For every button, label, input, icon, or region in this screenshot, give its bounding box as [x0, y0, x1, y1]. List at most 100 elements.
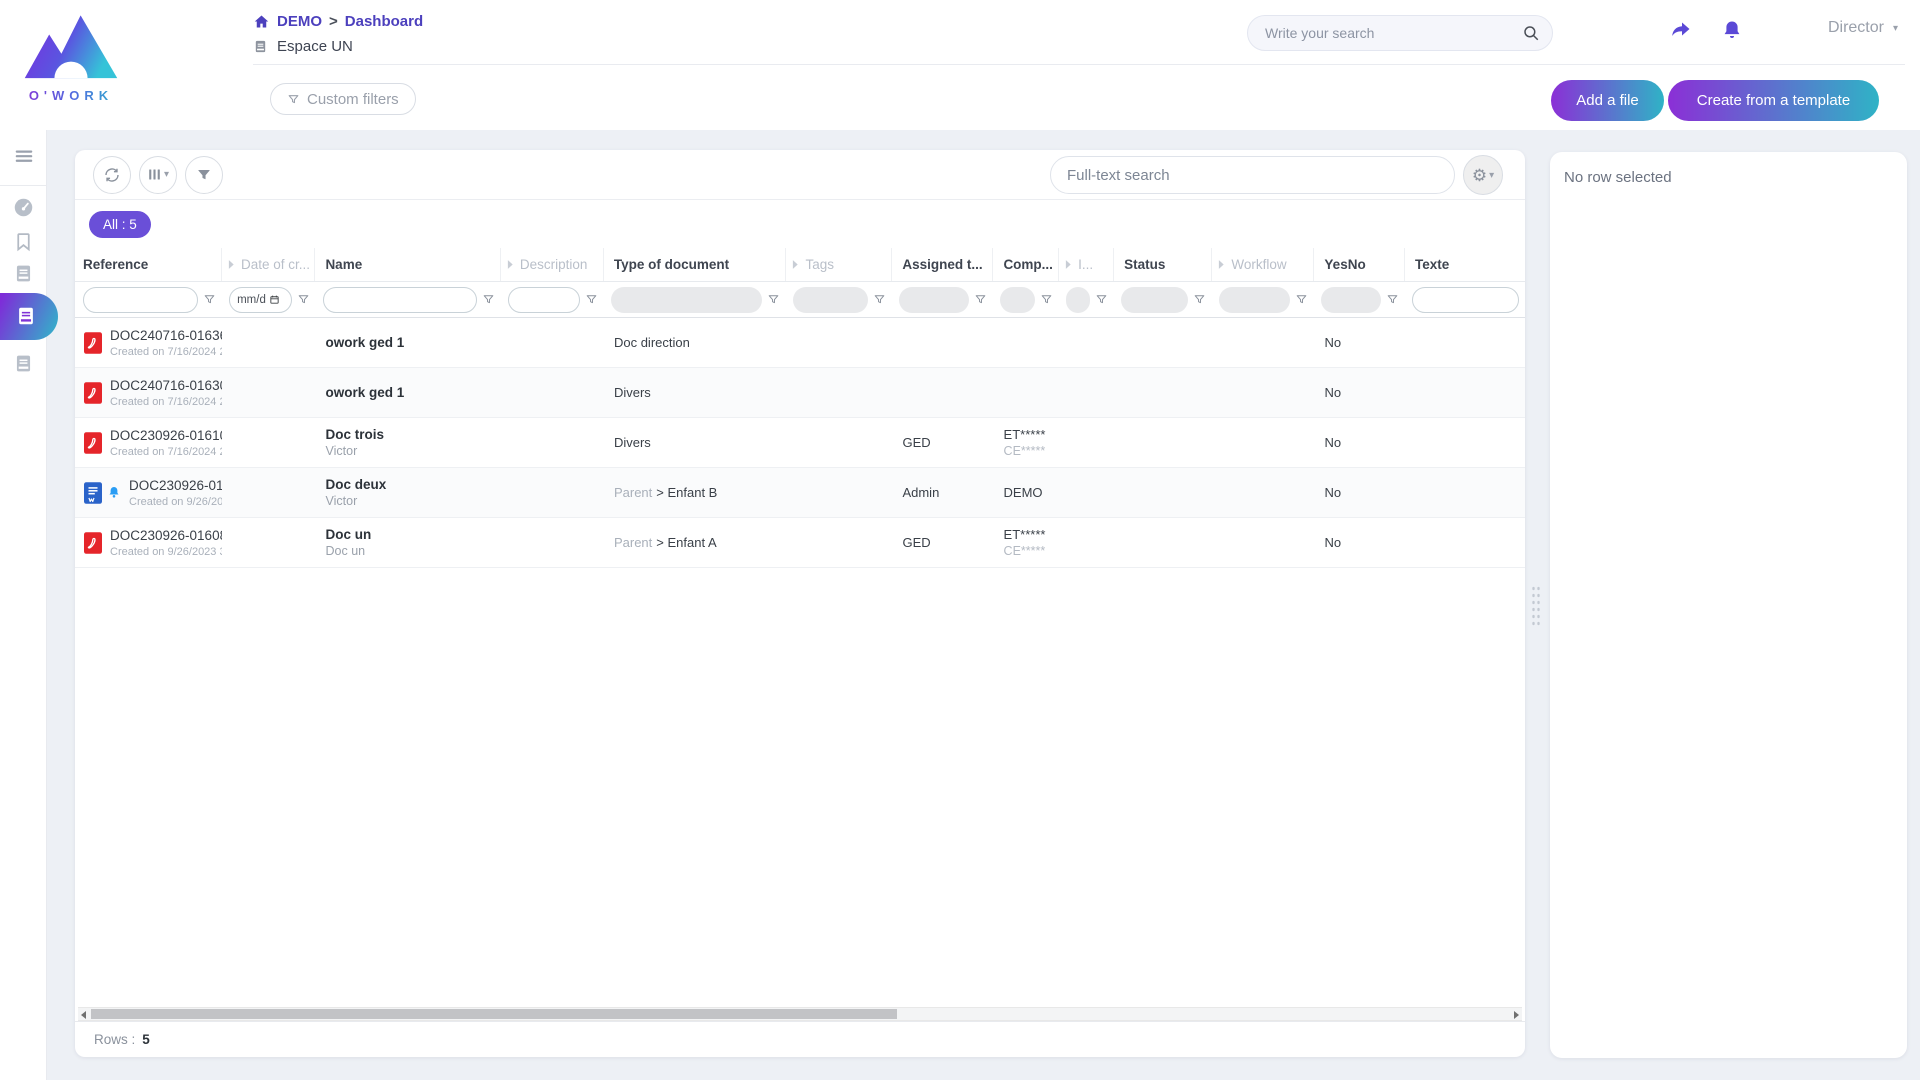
filter-funnel-icon[interactable] — [1386, 293, 1399, 306]
table-row[interactable]: DOC230926-01608-0 Created on 9/26/2023 3… — [75, 518, 1525, 568]
notifications-button[interactable] — [1712, 13, 1752, 47]
filter-funnel-icon[interactable] — [203, 293, 216, 306]
yesno-cell: No — [1314, 535, 1405, 550]
filter-workflow-select[interactable] — [1219, 287, 1290, 313]
filter-name-input[interactable] — [323, 287, 477, 313]
assigned-cell: GED — [892, 435, 993, 450]
filter-name — [316, 287, 501, 313]
tab-all-badge[interactable]: All : 5 — [89, 211, 151, 238]
refresh-button[interactable] — [93, 156, 131, 194]
pdf-file-icon — [84, 332, 102, 354]
user-role-menu[interactable]: Director ▾ — [1828, 19, 1898, 37]
book-icon — [253, 39, 268, 54]
filter-i — [1059, 287, 1114, 313]
filter-funnel-icon[interactable] — [974, 293, 987, 306]
fulltext-search-input[interactable] — [1051, 157, 1454, 193]
global-search-input[interactable] — [1248, 25, 1522, 41]
filter-i-select[interactable] — [1066, 287, 1090, 313]
add-file-button[interactable]: Add a file — [1551, 80, 1664, 121]
chevron-right-icon — [228, 259, 235, 270]
filter-funnel-icon[interactable] — [1095, 293, 1108, 306]
filter-funnel-icon[interactable] — [482, 293, 495, 306]
column-header-date[interactable]: Date of cr... — [222, 248, 315, 281]
column-header-reference[interactable]: Reference — [75, 248, 222, 281]
book-icon[interactable] — [13, 263, 35, 285]
panel-resize-handle[interactable] — [1531, 585, 1541, 627]
filter-funnel-icon[interactable] — [585, 293, 598, 306]
create-from-template-button[interactable]: Create from a template — [1668, 80, 1879, 121]
column-header-yesno[interactable]: YesNo — [1314, 248, 1405, 281]
column-header-status[interactable]: Status — [1114, 248, 1212, 281]
table-row[interactable]: DOC240716-01636-0 Created on 7/16/2024 2… — [75, 318, 1525, 368]
filter-funnel-icon[interactable] — [297, 293, 310, 306]
grid-filter-row: mm/d — [75, 282, 1525, 318]
sidebar-divider — [0, 185, 46, 186]
column-header-tags[interactable]: Tags — [786, 248, 892, 281]
bookmark-icon[interactable] — [13, 231, 35, 253]
search-icon[interactable] — [1522, 24, 1540, 42]
sidebar-item-documents-active[interactable] — [0, 293, 58, 340]
chevron-down-icon: ▾ — [1489, 170, 1494, 181]
column-header-name[interactable]: Name — [315, 248, 500, 281]
calendar-icon — [269, 294, 280, 305]
book-icon[interactable] — [13, 353, 35, 375]
horizontal-scrollbar[interactable] — [78, 1007, 1522, 1021]
filter-funnel-icon[interactable] — [1193, 293, 1206, 306]
grid-empty-area — [75, 568, 1525, 1007]
column-header-company[interactable]: Comp... — [993, 248, 1059, 281]
grid-settings-button[interactable]: ⚙ ▾ — [1463, 155, 1503, 195]
type-cell: Divers — [604, 435, 787, 450]
refresh-icon — [103, 166, 121, 184]
type-cell: Divers — [604, 385, 787, 400]
filter-yesno-select[interactable] — [1321, 287, 1381, 313]
filter-description-input[interactable] — [508, 287, 580, 313]
filter-date-input[interactable]: mm/d — [229, 287, 291, 313]
sidebar — [0, 130, 47, 1080]
filter-funnel-icon[interactable] — [873, 293, 886, 306]
column-header-workflow[interactable]: Workflow — [1212, 248, 1314, 281]
chevron-right-icon — [507, 259, 514, 270]
filter-description — [501, 287, 604, 313]
filter-funnel-icon[interactable] — [1295, 293, 1308, 306]
pdf-file-icon — [84, 382, 102, 404]
grid-header-row: Reference Date of cr... Name Description… — [75, 248, 1525, 282]
filter-status-select[interactable] — [1121, 287, 1188, 313]
filter-tags-select[interactable] — [793, 287, 868, 313]
menu-icon[interactable] — [13, 145, 35, 167]
scroll-left-arrow-icon[interactable] — [81, 1011, 86, 1019]
name-cell: owork ged 1 — [316, 385, 501, 400]
table-row[interactable]: DOC230926-01609-0 Created on 9/26/2023 3… — [75, 468, 1525, 518]
gear-icon: ⚙ — [1472, 167, 1487, 184]
filter-funnel-icon[interactable] — [1040, 293, 1053, 306]
chevron-down-icon: ▾ — [164, 169, 169, 180]
filter-assigned-select[interactable] — [899, 287, 969, 313]
scroll-right-arrow-icon[interactable] — [1514, 1011, 1519, 1019]
dashboard-icon[interactable] — [13, 197, 35, 219]
column-header-assigned[interactable]: Assigned t... — [892, 248, 993, 281]
reference-cell: DOC230926-01609-0 Created on 9/26/2023 3… — [75, 478, 222, 508]
column-header-description[interactable]: Description — [501, 248, 604, 281]
column-header-texte[interactable]: Texte — [1405, 248, 1525, 281]
column-header-i[interactable]: I... — [1059, 248, 1114, 281]
filter-funnel-icon[interactable] — [767, 293, 780, 306]
column-chooser-button[interactable]: ▾ — [139, 156, 177, 194]
breadcrumb-current[interactable]: Dashboard — [345, 13, 423, 30]
column-header-type[interactable]: Type of document — [604, 248, 787, 281]
filter-builder-button[interactable] — [185, 156, 223, 194]
filter-reference-input[interactable] — [83, 287, 198, 313]
table-row[interactable]: DOC240716-01630-0 Created on 7/16/2024 2… — [75, 368, 1525, 418]
pdf-file-icon — [84, 432, 102, 454]
scrollbar-thumb[interactable] — [91, 1009, 897, 1019]
breadcrumb-root[interactable]: DEMO — [277, 13, 322, 30]
filter-texte-input[interactable] — [1412, 287, 1519, 313]
filter-company-select[interactable] — [1000, 287, 1035, 313]
custom-filters-button[interactable]: Custom filters — [270, 83, 416, 115]
table-row[interactable]: DOC230926-01610-3 Created on 7/16/2024 2… — [75, 418, 1525, 468]
yesno-cell: No — [1314, 335, 1405, 350]
filter-funnel-icon — [287, 93, 300, 106]
share-button[interactable] — [1660, 13, 1700, 47]
filter-type-select[interactable] — [611, 287, 762, 313]
grid-tabs: All : 5 — [75, 200, 1525, 248]
chevron-down-icon: ▾ — [1893, 23, 1898, 34]
global-search — [1247, 15, 1553, 51]
